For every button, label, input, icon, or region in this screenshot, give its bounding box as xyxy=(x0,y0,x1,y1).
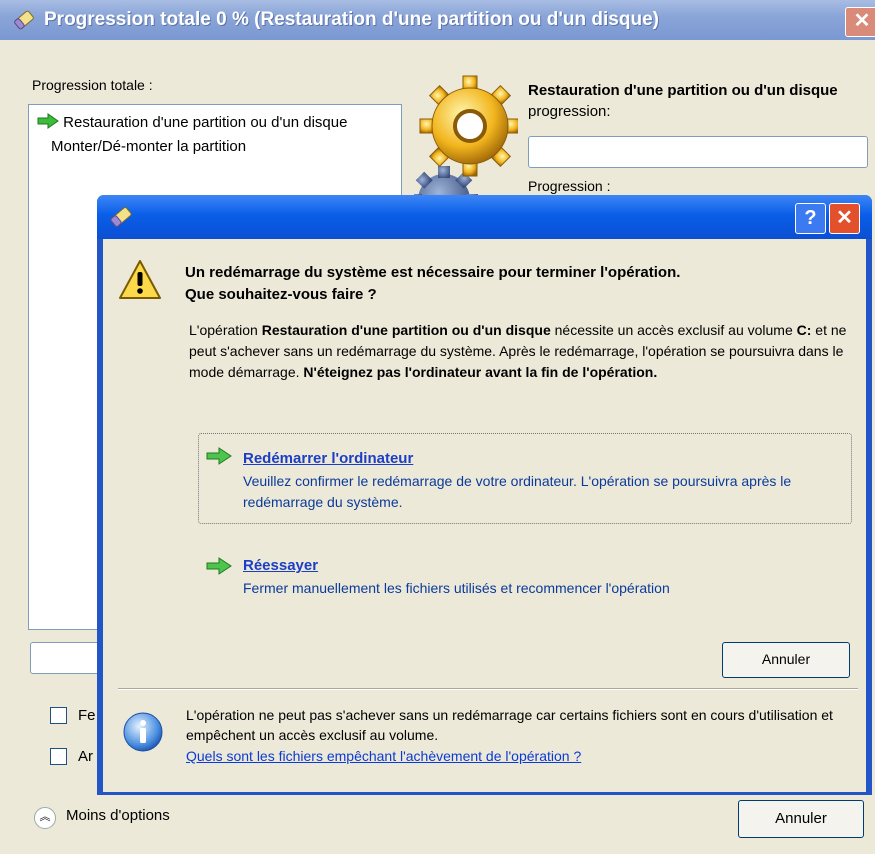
desc-bold-warning: N'éteignez pas l'ordinateur avant la fin… xyxy=(303,364,658,380)
checkbox-1-label: Fe xyxy=(78,707,96,724)
dialog-heading-line1: Un redémarrage du système est nécessaire… xyxy=(185,264,681,281)
task-label: Monter/Dé-monter la partition xyxy=(51,138,247,155)
desc-text: L'opération xyxy=(189,322,262,338)
progress-window-title: Progression totale 0 % (Restauration d'u… xyxy=(44,9,659,30)
task-label: Restauration d'une partition ou d'un dis… xyxy=(63,114,348,131)
info-text: L'opération ne peut pas s'achever sans u… xyxy=(186,707,833,743)
less-options-link[interactable]: Moins d'options xyxy=(66,807,170,824)
chevron-up-icon[interactable]: ︽ xyxy=(34,807,56,829)
progress-window-close-button[interactable]: ✕ xyxy=(845,7,875,37)
checkbox-2-label: Ar xyxy=(78,748,93,765)
warning-icon xyxy=(119,260,161,299)
dialog-description: L'opération Restauration d'une partition… xyxy=(189,320,849,383)
operation-suffix: progression: xyxy=(528,103,611,120)
desc-bold-volume: C: xyxy=(796,322,812,338)
blocking-files-link[interactable]: Quels sont les fichiers empêchant l'achè… xyxy=(186,748,581,764)
eraser-icon xyxy=(14,10,34,30)
operation-progress-title: Restauration d'une partition ou d'un dis… xyxy=(528,80,868,122)
operation-progress-bar xyxy=(528,136,868,168)
dialog-close-button[interactable]: ✕ xyxy=(829,203,860,234)
task-item: Monter/Dé-monter la partition xyxy=(51,138,246,155)
eraser-icon xyxy=(110,207,132,227)
green-arrow-icon xyxy=(206,447,232,465)
task-item-current: Restauration d'une partition ou d'un dis… xyxy=(37,113,347,131)
retry-option-title[interactable]: Réessayer xyxy=(243,557,318,574)
restart-dialog-titlebar[interactable] xyxy=(97,195,872,239)
progression-label: Progression : xyxy=(528,178,611,194)
green-arrow-icon xyxy=(206,557,232,575)
checkbox-1[interactable] xyxy=(50,707,67,724)
dialog-cancel-button[interactable]: Annuler xyxy=(722,642,850,678)
retry-option-description: Fermer manuellement les fichiers utilisé… xyxy=(243,580,670,596)
total-progress-label: Progression totale : xyxy=(32,77,153,93)
progress-cancel-button[interactable]: Annuler xyxy=(738,800,864,838)
desc-text: nécessite un accès exclusif au volume xyxy=(550,322,797,338)
dialog-heading-line2: Que souhaitez-vous faire ? xyxy=(185,286,377,303)
dialog-heading: Un redémarrage du système est nécessaire… xyxy=(185,262,845,306)
restart-computer-description: Veuillez confirmer le redémarrage de vot… xyxy=(243,473,792,510)
info-icon xyxy=(123,712,163,752)
operation-name: Restauration d'une partition ou d'un dis… xyxy=(528,82,838,99)
checkbox-2[interactable] xyxy=(50,748,67,765)
desc-bold-operation: Restauration d'une partition ou d'un dis… xyxy=(261,322,551,338)
restart-computer-title[interactable]: Redémarrer l'ordinateur xyxy=(243,450,413,467)
dialog-divider xyxy=(118,688,858,690)
help-button[interactable]: ? xyxy=(795,203,826,234)
green-arrow-icon xyxy=(37,113,59,129)
